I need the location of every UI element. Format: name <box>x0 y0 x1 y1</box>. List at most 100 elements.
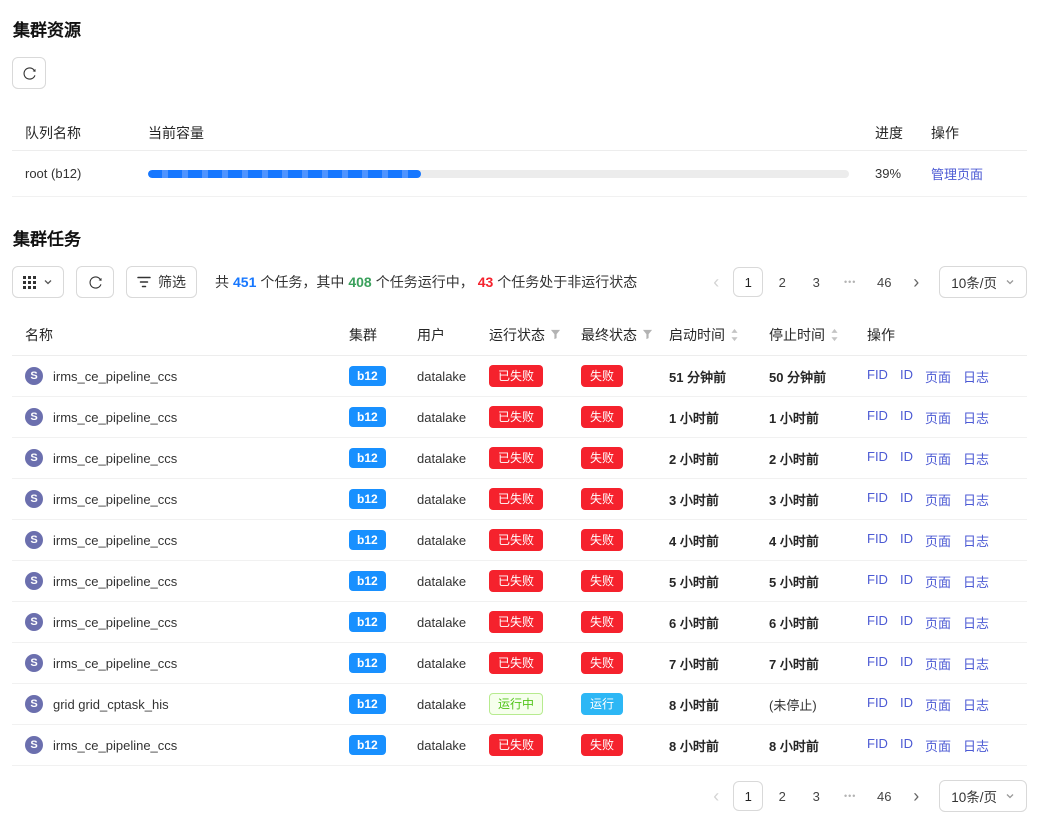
page-link[interactable]: 页面 <box>925 695 951 714</box>
pagination-page-1[interactable]: 1 <box>733 781 763 811</box>
col-start-time: 启动时间 <box>669 325 769 345</box>
page-link[interactable]: 页面 <box>925 736 951 755</box>
final-status-badge: 失败 <box>581 611 623 633</box>
manage-page-link[interactable]: 管理页面 <box>931 167 983 182</box>
id-link[interactable]: ID <box>900 490 913 509</box>
id-link[interactable]: ID <box>900 408 913 427</box>
table-row: S irms_ce_pipeline_ccs b12 datalake 已失败 … <box>12 725 1027 766</box>
summary-text: 个任务，其中 <box>260 274 344 290</box>
run-status-cell: 已失败 <box>489 406 581 428</box>
sort-icon[interactable] <box>730 328 739 342</box>
id-link[interactable]: ID <box>900 736 913 755</box>
fid-link[interactable]: FID <box>867 449 888 468</box>
pagination-page-46[interactable]: 46 <box>869 267 899 297</box>
prev-page-arrow[interactable]: ‹ <box>703 781 729 811</box>
stop-time: 6 小时前 <box>769 613 867 632</box>
refresh-icon <box>88 275 103 290</box>
filter-funnel-icon[interactable] <box>642 329 653 340</box>
page-link[interactable]: 页面 <box>925 572 951 591</box>
col-queue-name: 队列名称 <box>12 123 148 143</box>
table-row: S grid grid_cptask_his b12 datalake 运行中 … <box>12 684 1027 725</box>
id-link[interactable]: ID <box>900 572 913 591</box>
filter-button[interactable]: 筛选 <box>126 266 197 298</box>
pagination-page-2[interactable]: 2 <box>767 267 797 297</box>
cluster-cell: b12 <box>349 653 417 673</box>
cluster-cell: b12 <box>349 571 417 591</box>
log-link[interactable]: 日志 <box>963 572 989 591</box>
log-link[interactable]: 日志 <box>963 408 989 427</box>
id-link[interactable]: ID <box>900 449 913 468</box>
tasks-refresh-button[interactable] <box>76 266 114 298</box>
next-page-arrow[interactable]: › <box>903 267 929 297</box>
resources-refresh-button[interactable] <box>12 57 46 89</box>
log-link[interactable]: 日志 <box>963 449 989 468</box>
task-user: datalake <box>417 533 489 548</box>
sort-icon[interactable] <box>830 328 839 342</box>
page-link[interactable]: 页面 <box>925 367 951 386</box>
fid-link[interactable]: FID <box>867 695 888 714</box>
fid-link[interactable]: FID <box>867 654 888 673</box>
task-user: datalake <box>417 615 489 630</box>
next-page-arrow[interactable]: › <box>903 781 929 811</box>
fid-link[interactable]: FID <box>867 572 888 591</box>
page-link[interactable]: 页面 <box>925 490 951 509</box>
page-link[interactable]: 页面 <box>925 408 951 427</box>
row-actions: FID ID 页面 日志 <box>867 736 1027 755</box>
col-stop-time: 停止时间 <box>769 325 867 345</box>
pagination-page-1[interactable]: 1 <box>733 267 763 297</box>
task-user: datalake <box>417 410 489 425</box>
id-link[interactable]: ID <box>900 367 913 386</box>
id-link[interactable]: ID <box>900 613 913 632</box>
resources-table: 队列名称 当前容量 进度 操作 root (b12) 39% 管理页面 <box>12 115 1027 197</box>
row-actions: FID ID 页面 日志 <box>867 449 1027 468</box>
task-name: irms_ce_pipeline_ccs <box>53 410 177 425</box>
progress-bar <box>148 170 849 178</box>
page-link[interactable]: 页面 <box>925 449 951 468</box>
fid-link[interactable]: FID <box>867 613 888 632</box>
pagination-page-46[interactable]: 46 <box>869 781 899 811</box>
log-link[interactable]: 日志 <box>963 736 989 755</box>
page-link[interactable]: 页面 <box>925 613 951 632</box>
cluster-badge: b12 <box>349 612 386 632</box>
log-link[interactable]: 日志 <box>963 695 989 714</box>
page-size-select[interactable]: 10条/页 <box>939 780 1027 812</box>
log-link[interactable]: 日志 <box>963 490 989 509</box>
pagination-page-3[interactable]: 3 <box>801 781 831 811</box>
fid-link[interactable]: FID <box>867 531 888 550</box>
tasks-toolbar: 筛选 共451个任务，其中408个任务运行中，43个任务处于非运行状态 ‹ 12… <box>12 266 1027 298</box>
pagination-page-3[interactable]: 3 <box>801 267 831 297</box>
refresh-icon <box>22 66 37 81</box>
run-status-badge: 已失败 <box>489 447 543 469</box>
summary-text: 共 <box>215 274 229 290</box>
col-resource-action: 操作 <box>931 123 1027 143</box>
id-link[interactable]: ID <box>900 654 913 673</box>
fid-link[interactable]: FID <box>867 367 888 386</box>
run-status-cell: 已失败 <box>489 365 581 387</box>
final-status-badge: 失败 <box>581 529 623 551</box>
pagination-page-2[interactable]: 2 <box>767 781 797 811</box>
fid-link[interactable]: FID <box>867 490 888 509</box>
task-user: datalake <box>417 574 489 589</box>
log-link[interactable]: 日志 <box>963 654 989 673</box>
spark-avatar-icon: S <box>25 490 43 508</box>
prev-page-arrow[interactable]: ‹ <box>703 267 729 297</box>
log-link[interactable]: 日志 <box>963 367 989 386</box>
page-link[interactable]: 页面 <box>925 654 951 673</box>
filter-funnel-icon[interactable] <box>550 329 561 340</box>
page-link[interactable]: 页面 <box>925 531 951 550</box>
start-time: 4 小时前 <box>669 531 769 550</box>
final-status-cell: 失败 <box>581 447 669 469</box>
spark-avatar-icon: S <box>25 572 43 590</box>
run-status-badge: 已失败 <box>489 488 543 510</box>
log-link[interactable]: 日志 <box>963 613 989 632</box>
cluster-cell: b12 <box>349 489 417 509</box>
run-status-badge: 运行中 <box>489 693 543 715</box>
fid-link[interactable]: FID <box>867 736 888 755</box>
id-link[interactable]: ID <box>900 695 913 714</box>
page-size-select[interactable]: 10条/页 <box>939 266 1027 298</box>
columns-config-button[interactable] <box>12 266 64 298</box>
run-status-cell: 已失败 <box>489 611 581 633</box>
log-link[interactable]: 日志 <box>963 531 989 550</box>
fid-link[interactable]: FID <box>867 408 888 427</box>
id-link[interactable]: ID <box>900 531 913 550</box>
